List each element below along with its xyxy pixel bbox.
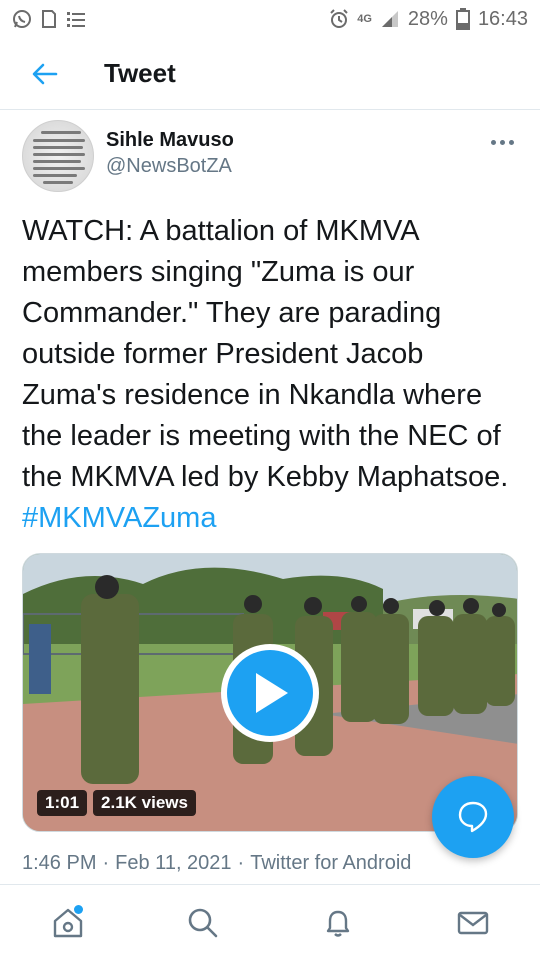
clock: 16:43: [477, 7, 528, 30]
bottom-navigation: [0, 884, 540, 960]
arrow-left-icon: [32, 63, 58, 84]
tweet-time: 1:46 PM: [22, 852, 97, 874]
status-right: 4G 28% 16:43: [329, 8, 528, 31]
list-icon: [66, 10, 86, 28]
compose-reply-button[interactable]: [432, 776, 514, 858]
battery-icon: [455, 8, 470, 30]
network-label: 4G: [357, 13, 372, 25]
author-name[interactable]: Sihle Mavuso: [106, 128, 234, 152]
tweet-author: Sihle Mavuso @NewsBotZA: [22, 120, 522, 200]
meta-separator: ·: [102, 852, 110, 874]
alarm-icon: [329, 9, 349, 29]
nav-search[interactable]: [163, 893, 243, 953]
whatsapp-icon: [12, 9, 32, 29]
battery-percent: 28%: [407, 7, 448, 30]
document-icon: [40, 9, 58, 29]
speech-bubble-icon: [458, 801, 488, 833]
more-dot: [499, 139, 505, 145]
back-button[interactable]: [0, 38, 90, 110]
status-left: [12, 9, 86, 29]
hashtag-link[interactable]: #MKMVAZuma: [22, 502, 216, 534]
play-icon: [256, 673, 288, 713]
play-button-inner: [227, 650, 313, 736]
video-views: 2.1K views: [93, 790, 196, 816]
avatar[interactable]: [22, 120, 94, 192]
tweet-source[interactable]: Twitter for Android: [250, 852, 411, 875]
search-icon: [188, 908, 217, 937]
video-badges: 1:01 2.1K views: [37, 790, 196, 816]
notifications-icon: [326, 910, 349, 937]
more-dot: [508, 139, 514, 145]
nav-messages[interactable]: [433, 893, 513, 953]
more-options-button[interactable]: [482, 130, 522, 154]
new-content-dot: [73, 904, 83, 914]
play-button[interactable]: [221, 644, 319, 742]
top-app-bar: Tweet: [0, 38, 540, 110]
author-text: Sihle Mavuso @NewsBotZA: [106, 128, 234, 180]
messages-icon: [457, 911, 488, 934]
meta-separator: ·: [237, 852, 245, 874]
signal-icon: [380, 9, 400, 29]
nav-notifications[interactable]: [298, 893, 378, 953]
tweet-body: WATCH: A battalion of MKMVA members sing…: [22, 215, 509, 493]
tweet-meta: 1:46 PM · Feb 11, 2021 · Twitter for And…: [22, 852, 411, 875]
tweet-text: WATCH: A battalion of MKMVA members sing…: [22, 211, 522, 539]
page-title: Tweet: [104, 58, 176, 88]
nav-home[interactable]: [28, 893, 108, 953]
tweet-date: Feb 11, 2021: [115, 852, 232, 874]
author-handle[interactable]: @NewsBotZA: [106, 152, 234, 180]
video-duration: 1:01: [37, 790, 88, 816]
status-bar: 4G 28% 16:43: [0, 0, 540, 38]
more-dot: [490, 139, 496, 145]
